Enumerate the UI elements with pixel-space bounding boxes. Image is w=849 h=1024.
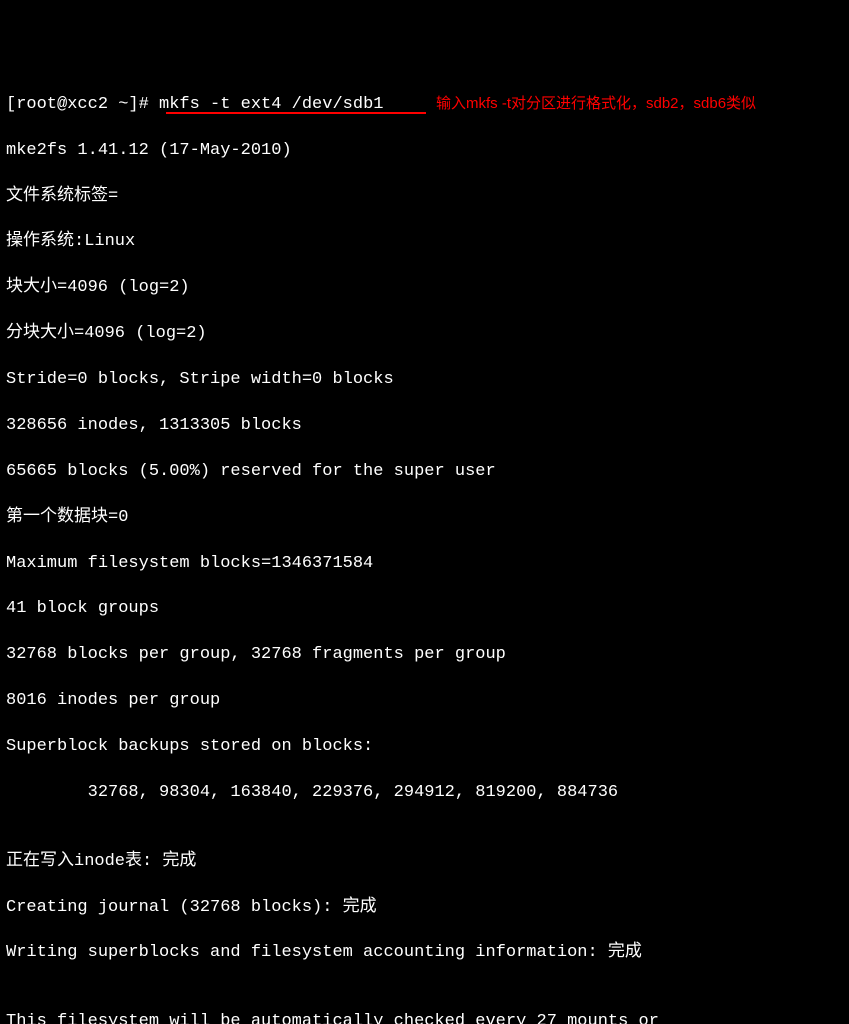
output-line: 32768, 98304, 163840, 229376, 294912, 81… <box>6 782 843 805</box>
output-line: 分块大小=4096 (log=2) <box>6 323 843 346</box>
output-line: Stride=0 blocks, Stripe width=0 blocks <box>6 369 843 392</box>
output-line: Writing superblocks and filesystem accou… <box>6 942 843 965</box>
output-line: 正在写入inode表: 完成 <box>6 851 843 874</box>
output-line: This filesystem will be automatically ch… <box>6 1011 843 1024</box>
highlight-underline <box>166 112 426 114</box>
output-line: Creating journal (32768 blocks): 完成 <box>6 897 843 920</box>
shell-prompt: [root@xcc2 ~]# <box>6 95 159 114</box>
output-line: 65665 blocks (5.00%) reserved for the su… <box>6 461 843 484</box>
output-line: 8016 inodes per group <box>6 690 843 713</box>
output-line: 41 block groups <box>6 598 843 621</box>
output-line: mke2fs 1.41.12 (17-May-2010) <box>6 140 843 163</box>
output-line: 第一个数据块=0 <box>6 507 843 530</box>
output-line: Maximum filesystem blocks=1346371584 <box>6 553 843 576</box>
output-line: 操作系统:Linux <box>6 231 843 254</box>
prompt-line[interactable]: [root@xcc2 ~]# mkfs -t ext4 /dev/sdb1输入m… <box>6 94 843 117</box>
output-line: 文件系统标签= <box>6 186 843 209</box>
output-line: 328656 inodes, 1313305 blocks <box>6 415 843 438</box>
output-line: Superblock backups stored on blocks: <box>6 736 843 759</box>
output-line: 32768 blocks per group, 32768 fragments … <box>6 644 843 667</box>
output-line: 块大小=4096 (log=2) <box>6 277 843 300</box>
annotation-text: 输入mkfs -t对分区进行格式化，sdb2，sdb6类似 <box>436 94 756 114</box>
